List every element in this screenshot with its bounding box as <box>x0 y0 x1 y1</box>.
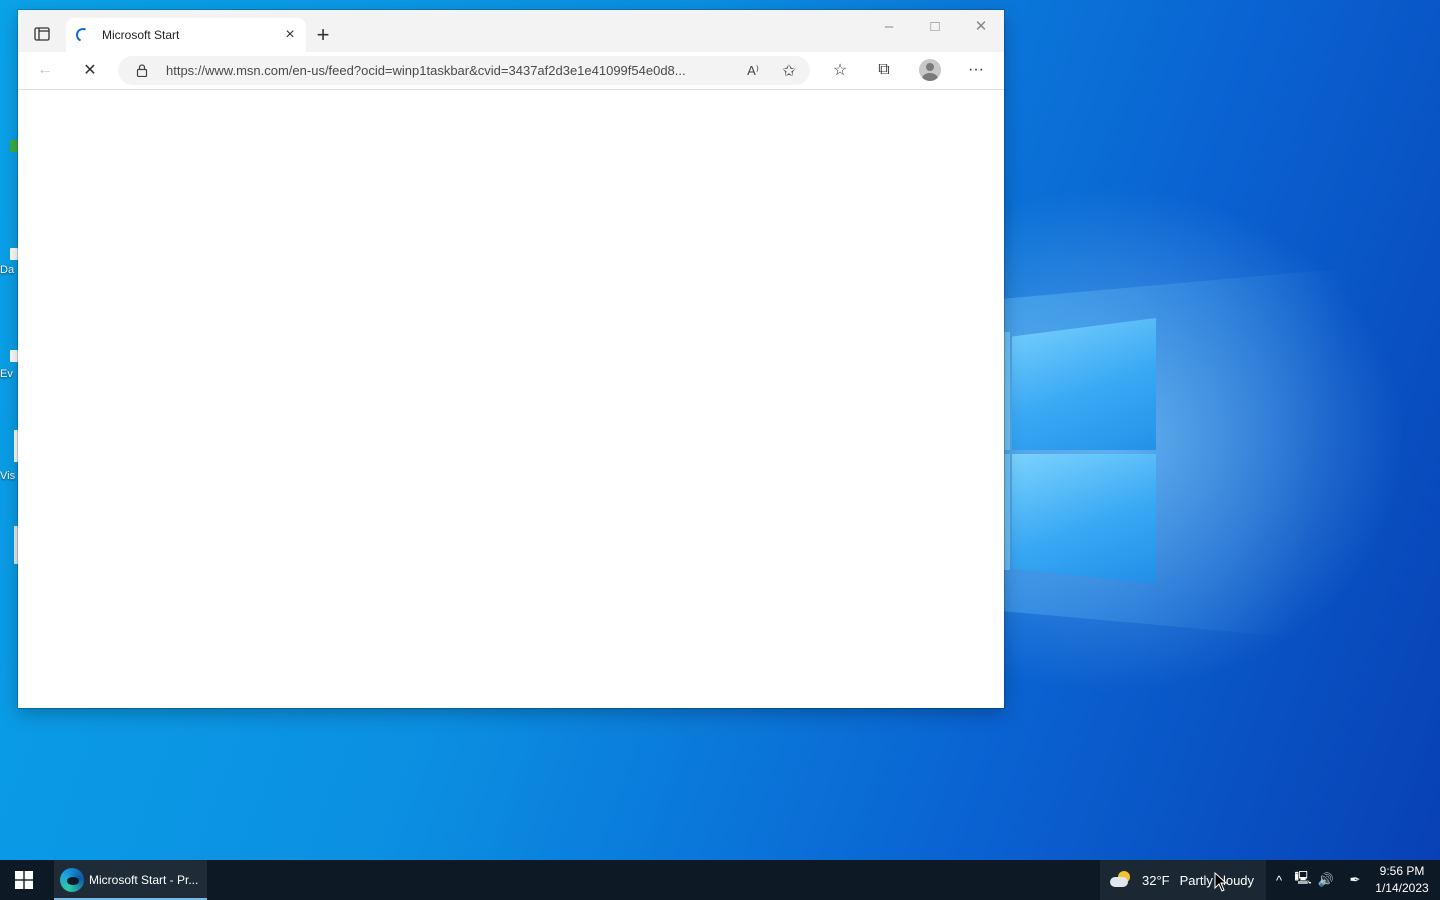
close-window-button[interactable]: ✕ <box>958 10 1004 42</box>
show-hidden-icons-button[interactable]: ^ <box>1268 860 1290 900</box>
taskbar-clock[interactable]: 9:56 PM 1/14/2023 <box>1370 863 1434 897</box>
weather-widget[interactable]: 32°F Partly cloudy <box>1100 860 1266 900</box>
read-aloud-icon[interactable]: A⁾ <box>742 60 764 82</box>
collections-button[interactable]: ⧉ <box>869 56 899 84</box>
profile-button[interactable] <box>915 56 945 84</box>
tab-title: Microsoft Start <box>102 28 180 42</box>
browser-window: Microsoft Start × + – □ ✕ ← ✕ https://ww… <box>18 10 1004 708</box>
windows-logo-pane-bottom-left <box>1004 454 1010 570</box>
address-bar[interactable]: https://www.msn.com/en-us/feed?ocid=winp… <box>118 56 810 85</box>
network-icon[interactable]: 🖳 <box>1292 860 1314 900</box>
url-text[interactable]: https://www.msn.com/en-us/feed?ocid=winp… <box>166 63 732 78</box>
loading-spinner-icon <box>74 26 92 44</box>
lock-icon[interactable] <box>136 64 148 77</box>
windows-logo-pane-top-left <box>1004 332 1010 450</box>
desktop-app-icon <box>10 140 18 152</box>
weather-temperature: 32°F <box>1142 872 1170 888</box>
tab-actions-icon <box>34 27 50 41</box>
windows-icon <box>15 871 33 889</box>
desktop-app-icon <box>10 248 18 260</box>
desktop-icon-label: Vis <box>0 470 16 482</box>
browser-titlebar: Microsoft Start × + – □ ✕ <box>18 10 1004 52</box>
desktop-icon-label: Da <box>0 264 15 276</box>
pen-workspace-icon[interactable]: ✒ <box>1344 860 1366 900</box>
browser-toolbar: ← ✕ https://www.msn.com/en-us/feed?ocid=… <box>18 52 1004 90</box>
clock-time: 9:56 PM <box>1379 864 1425 878</box>
taskbar-app-label: Microsoft Start - Pr... <box>89 873 199 887</box>
avatar <box>919 59 941 81</box>
stop-loading-button[interactable]: ✕ <box>75 56 105 84</box>
windows-logo-pane-bottom-right <box>1012 454 1156 584</box>
minimize-button[interactable]: – <box>866 10 912 42</box>
new-tab-button[interactable]: + <box>310 22 336 47</box>
volume-icon[interactable]: 🔊 <box>1315 860 1337 900</box>
mouse-cursor-icon <box>1214 872 1228 892</box>
maximize-button[interactable]: □ <box>912 10 958 42</box>
tab-close-icon[interactable]: × <box>280 25 300 45</box>
partly-cloudy-icon <box>1110 871 1132 889</box>
taskbar-app-edge[interactable]: Microsoft Start - Pr... <box>54 860 207 900</box>
desktop-app-icon <box>10 350 18 362</box>
windows-logo-pane-top-right <box>1012 318 1156 450</box>
settings-and-more-button[interactable]: ··· <box>961 56 991 84</box>
clock-date: 1/14/2023 <box>1375 881 1429 895</box>
back-button[interactable]: ← <box>30 56 60 84</box>
add-favorite-icon[interactable]: ✩ <box>778 60 800 82</box>
edge-icon <box>60 868 84 892</box>
tab-actions-button[interactable] <box>28 22 56 46</box>
desktop-icon-label: Ev <box>0 368 13 380</box>
favorites-button[interactable]: ☆ <box>825 56 855 84</box>
page-content <box>18 90 1004 708</box>
start-button[interactable] <box>0 860 48 900</box>
tab-microsoft-start[interactable]: Microsoft Start × <box>66 18 306 52</box>
